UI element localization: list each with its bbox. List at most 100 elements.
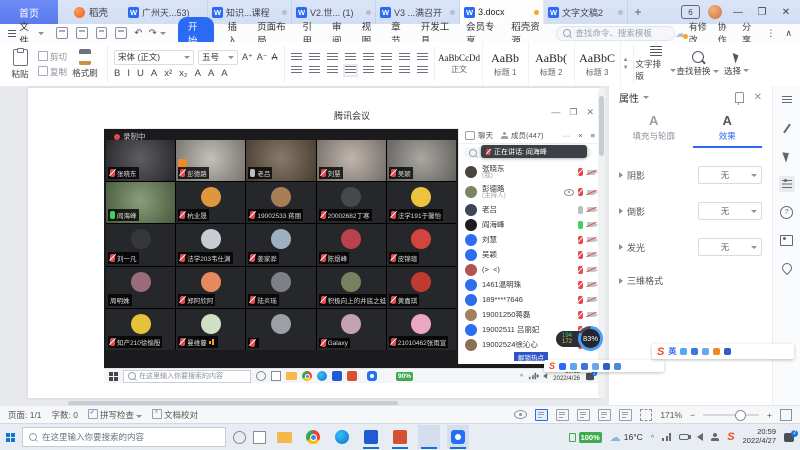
tray-chevron-icon[interactable]: ^ (520, 372, 524, 381)
mic-icon[interactable] (578, 206, 583, 214)
camera-off-icon[interactable] (587, 190, 595, 195)
video-tile[interactable]: 法学203韦仕渊 (176, 224, 245, 265)
hotspot-button[interactable]: 解锁热点 (514, 352, 548, 361)
clipboard-icon[interactable] (702, 348, 709, 355)
print-preview-button[interactable] (115, 27, 127, 39)
video-tile[interactable]: 20002682丁寒 (317, 182, 386, 223)
style-gallery-scroll[interactable]: ▲▼ (621, 42, 631, 86)
taskbar-app-icon[interactable] (302, 425, 324, 449)
print-button[interactable] (96, 27, 108, 39)
member-row[interactable]: 张晓东 (我) (459, 162, 601, 182)
chevron-down-icon[interactable] (643, 96, 649, 99)
camera-off-icon[interactable] (587, 170, 595, 175)
video-tile[interactable]: 陈煜峰 (317, 224, 386, 265)
style-chip[interactable]: AaBb 标题 1 (483, 42, 529, 86)
member-row[interactable]: 彭德路 (主持人) (459, 182, 601, 202)
distribute-button[interactable] (363, 66, 374, 75)
video-tile[interactable]: Galaxy (317, 309, 386, 350)
video-tile[interactable]: 阎海峰 (106, 182, 175, 223)
taskbar-app-icon[interactable] (302, 371, 312, 381)
restore-button[interactable]: ❐ (754, 7, 770, 18)
format-painter-button[interactable]: 格式刷 (69, 45, 101, 83)
video-tile[interactable]: 姜家骅 (246, 224, 315, 265)
sogou-toolbar-inner[interactable]: S (544, 360, 664, 372)
video-tile[interactable]: 郑阿欣阿 (176, 267, 245, 308)
mic-icon[interactable] (578, 168, 583, 176)
skin-icon[interactable] (603, 363, 610, 370)
web-view-icon[interactable] (577, 409, 590, 421)
decrease-indent-button[interactable] (327, 53, 338, 62)
line-spacing-button[interactable] (381, 66, 392, 75)
character-scale-button[interactable] (381, 53, 392, 62)
docer-tab[interactable]: 稻壳 (58, 0, 124, 24)
document-tab[interactable]: W 文字文稿2 (544, 0, 628, 24)
notification-icon[interactable]: 2 (586, 372, 594, 379)
command-search[interactable]: 查找命令、搜索模板 (556, 26, 674, 41)
sogou-s-icon[interactable]: S (657, 346, 664, 358)
keyboard-icon[interactable] (691, 348, 698, 355)
font-format-button[interactable]: A (151, 68, 157, 79)
speaker-icon[interactable] (697, 433, 703, 441)
network-icon[interactable] (529, 373, 536, 379)
effect-dropdown[interactable]: 无 (698, 166, 762, 184)
font-format-button[interactable]: A (208, 68, 214, 79)
video-tile[interactable]: 张晓东 (106, 140, 175, 181)
numbered-list-button[interactable] (309, 53, 320, 62)
redo-button[interactable]: ↷ (149, 28, 157, 39)
location-icon[interactable] (779, 260, 795, 276)
text-direction-button[interactable] (399, 53, 410, 62)
taskbar-app-icon[interactable] (367, 371, 377, 381)
zoom-slider[interactable] (703, 414, 759, 416)
taskbar-app-icon[interactable] (347, 371, 357, 381)
text-layout-button[interactable]: 文字排版 (636, 42, 676, 86)
panel-close-button[interactable]: ✕ (754, 92, 762, 103)
tab-chat[interactable]: 聊天 (465, 130, 493, 141)
menu-icon[interactable] (779, 92, 795, 108)
video-tile[interactable]: 老吕 (246, 140, 315, 181)
new-tab-button[interactable]: + (628, 0, 648, 24)
toolbox-icon[interactable] (614, 363, 621, 370)
paste-button[interactable]: 粘贴 (4, 45, 36, 83)
spell-check-toggle[interactable]: 拼写检查 (88, 409, 142, 421)
image-tool-icon[interactable] (779, 232, 795, 248)
meeting-restore[interactable]: ❐ (569, 107, 577, 118)
cortana-icon[interactable] (233, 431, 246, 444)
video-tile[interactable] (246, 309, 315, 350)
cortana-icon[interactable] (256, 371, 266, 381)
align-center-button[interactable] (309, 66, 320, 75)
video-tile[interactable]: 法学191于馨怡 (387, 182, 456, 223)
effect-dropdown[interactable]: 无 (698, 202, 762, 220)
mic-icon[interactable] (578, 311, 583, 319)
borders-button[interactable] (417, 66, 428, 75)
video-tile[interactable]: 周明姝 (106, 267, 175, 308)
align-right-button[interactable] (327, 66, 338, 75)
mic-icon[interactable] (578, 188, 583, 196)
increase-indent-button[interactable] (345, 53, 356, 62)
font-format-button[interactable]: B (114, 68, 120, 79)
video-tile[interactable]: 黄嘉琪 (387, 267, 456, 308)
camera-off-icon[interactable] (587, 252, 595, 257)
outline-view-icon[interactable] (556, 409, 569, 421)
voice-input-icon[interactable] (570, 363, 577, 370)
font-format-button[interactable]: x² (164, 68, 172, 79)
video-tile[interactable]: 陆炎瑶 (246, 267, 315, 308)
close-button[interactable]: ✕ (778, 7, 794, 18)
battery-status[interactable]: 100% (569, 432, 602, 443)
justify-button[interactable] (345, 66, 356, 75)
zoom-out-button[interactable]: − (690, 410, 695, 420)
shrink-font-button[interactable]: A⁻ (257, 52, 268, 63)
start-button[interactable] (109, 372, 118, 381)
taskbar-app-icon[interactable] (389, 425, 411, 449)
member-row[interactable]: 吴颖 (459, 247, 601, 262)
taskbar-app-icon[interactable] (331, 425, 353, 449)
notification-icon[interactable]: 2 (784, 433, 794, 442)
zoom-slider-knob[interactable] (735, 410, 746, 421)
member-row[interactable]: 189****7646 (459, 292, 601, 307)
task-view-icon[interactable] (253, 431, 266, 444)
document-page[interactable]: 腾讯会议 — ❐ ✕ 录制中 (28, 88, 600, 398)
window-count-badge[interactable]: 6 (681, 5, 700, 19)
expand-triangle-icon[interactable] (619, 278, 623, 284)
style-chip[interactable]: AaBbCcDd 正文 (437, 42, 483, 86)
select-cursor-icon[interactable] (779, 148, 795, 164)
copy-button[interactable]: 复制 (38, 66, 67, 78)
